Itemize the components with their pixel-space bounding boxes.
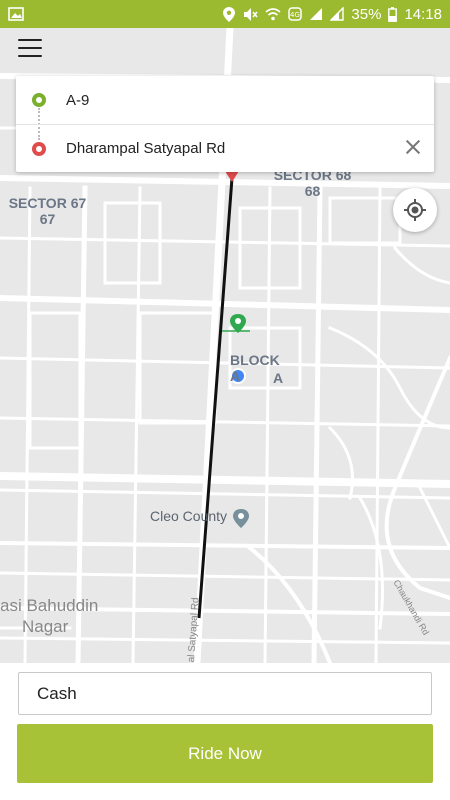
location-icon	[223, 6, 236, 22]
clock: 14:18	[404, 5, 442, 23]
pickup-row[interactable]: A-9	[16, 76, 434, 124]
block-a-sub: A	[272, 370, 284, 386]
drop-dot-icon	[32, 141, 46, 156]
map-label-block-a-sub: A	[268, 370, 288, 386]
pickup-dot-icon	[32, 93, 46, 107]
pickup-marker	[222, 314, 250, 333]
menu-line	[18, 55, 42, 57]
bottom-panel: Cash Ride Now	[0, 663, 450, 800]
mute-icon	[244, 7, 259, 21]
drop-location[interactable]: Dharampal Satyapal Rd	[66, 140, 225, 157]
cleo-county-name: Cleo County	[150, 508, 228, 524]
battery-icon	[388, 6, 398, 22]
status-bar: 4G 35% 14:18	[0, 0, 450, 28]
battery-percent: 35%	[351, 5, 382, 23]
signal-icon	[330, 7, 345, 21]
basi-line2: Nagar	[22, 617, 69, 636]
clear-icon[interactable]	[402, 136, 424, 158]
svg-text:4G: 4G	[290, 11, 300, 19]
data-icon: 4G	[288, 7, 303, 21]
sector67-name: SECTOR 67	[8, 195, 87, 211]
map-label-basi-bahuddin: asi Bahuddin Nagar	[0, 595, 140, 637]
menu-icon[interactable]	[14, 36, 46, 60]
map-label-cleo-county: Cleo County	[150, 508, 240, 524]
payment-method-field[interactable]: Cash	[18, 672, 432, 715]
payment-method-label: Cash	[37, 683, 77, 703]
menu-line	[18, 47, 42, 49]
sector68-number: 68	[304, 183, 321, 199]
wifi-icon	[265, 8, 281, 21]
map-label-sector67: SECTOR 67 67	[0, 195, 95, 227]
ride-now-button[interactable]: Ride Now	[17, 724, 433, 783]
signal-icon	[310, 8, 323, 20]
menu-line	[18, 39, 42, 41]
drop-row[interactable]: Dharampal Satyapal Rd	[16, 124, 434, 172]
pickup-location[interactable]: A-9	[66, 92, 89, 109]
my-location-button[interactable]	[393, 188, 437, 232]
crosshair-icon	[404, 199, 426, 221]
status-bar-right: 4G 35% 14:18	[223, 6, 442, 23]
sector67-number: 67	[39, 211, 56, 227]
status-bar-left	[8, 7, 24, 21]
route-card: A-9 Dharampal Satyapal Rd	[16, 76, 434, 172]
basi-line1: asi Bahuddin	[0, 596, 99, 615]
gallery-icon	[8, 7, 24, 21]
